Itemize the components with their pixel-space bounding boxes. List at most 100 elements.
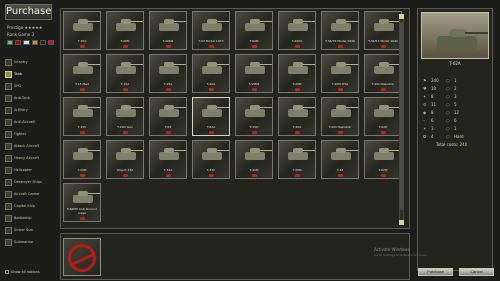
nation-badge-icon — [80, 88, 85, 91]
sidebar-item[interactable]: SPG — [5, 80, 53, 92]
tank-icon — [374, 105, 401, 117]
scroll-up-icon[interactable] — [399, 14, 404, 19]
sidebar-item[interactable]: Destroyer Ships — [5, 176, 53, 188]
vehicle-card[interactable]: T-62A — [192, 97, 230, 136]
vehicle-card[interactable]: T-20A — [278, 97, 316, 136]
vehicle-card[interactable]: T-62M — [235, 11, 273, 50]
vehicle-card[interactable]: T-34/76 Model 1940 — [321, 11, 359, 50]
tank-icon — [116, 148, 143, 160]
vehicle-card[interactable]: T-15C — [63, 97, 101, 136]
stat-icon: ✦ — [423, 94, 427, 99]
sidebar-item[interactable]: Anti-Tank — [5, 92, 53, 104]
vehicle-card[interactable]: T-40M — [235, 140, 273, 179]
vehicle-card[interactable]: T-15A — [63, 11, 101, 50]
sidebar-item[interactable]: Anti-Aircraft — [5, 116, 53, 128]
tank-icon — [245, 19, 272, 31]
sidebar-item-label: Destroyer Ships — [14, 180, 42, 184]
stat-icon: ⚑ — [423, 78, 427, 83]
sidebar-item[interactable]: Fighter — [5, 128, 53, 140]
nation-badge-icon — [123, 88, 128, 91]
sidebar-item[interactable]: Tank — [5, 68, 53, 80]
sidebar-item-label: Heavy Aircraft — [14, 156, 39, 160]
vehicle-card[interactable]: T-15D — [235, 97, 273, 136]
vehicle-card[interactable]: T-62 — [149, 97, 187, 136]
vehicle-name: T-62 — [164, 125, 172, 129]
vehicle-card[interactable]: T-20M — [278, 140, 316, 179]
nation-flag-icon[interactable] — [47, 40, 55, 45]
sidebar-item[interactable]: Helicopter — [5, 164, 53, 176]
vehicle-card[interactable]: T-20M2 — [149, 11, 187, 50]
nation-badge-icon — [295, 131, 300, 134]
nation-flag-icon[interactable] — [7, 40, 14, 45]
vehicle-scrollbar[interactable] — [399, 14, 404, 225]
sidebar-item[interactable]: Capital Ship — [5, 200, 53, 212]
tank-icon — [202, 62, 229, 74]
show-all-nations-toggle[interactable]: Show all nations — [5, 270, 40, 274]
nation-flag-icon[interactable] — [31, 40, 38, 45]
vehicle-card[interactable]: T-20M — [63, 140, 101, 179]
sidebar-item[interactable]: Battleship — [5, 212, 53, 224]
sidebar-item[interactable]: Aircraft Carrier — [5, 188, 53, 200]
vehicle-card[interactable]: T-15A — [149, 54, 187, 93]
nation-flags[interactable] — [7, 40, 55, 47]
category-icon — [5, 238, 12, 246]
vehicle-card[interactable]: T-20M — [278, 54, 316, 93]
nation-badge-icon — [295, 174, 300, 177]
vehicle-card[interactable]: T-34A — [149, 140, 187, 179]
sidebar-item[interactable]: Heavy Aircraft — [5, 152, 53, 164]
vehicle-name: T-15M1 — [248, 82, 260, 86]
scroll-thumb[interactable] — [400, 22, 403, 210]
stat-icon: ⌁ — [423, 118, 426, 123]
sidebar-item[interactable]: Sinker Sub — [5, 224, 53, 236]
vehicle-card[interactable]: T-34C — [192, 140, 230, 179]
vehicle-card[interactable]: T-62U — [364, 97, 402, 136]
cancel-button[interactable]: Cancel — [459, 268, 494, 276]
vehicle-card[interactable]: T-44 — [321, 140, 359, 179]
vehicle-card[interactable]: T-20A — [192, 54, 230, 93]
vehicle-name: T-62M — [249, 39, 259, 43]
sidebar-item[interactable]: Submarine — [5, 236, 53, 248]
total-label: Total costs: — [436, 142, 459, 147]
vehicle-card[interactable]: T-20U Republic — [364, 54, 402, 93]
vehicle-card[interactable]: T-20PU — [278, 11, 316, 50]
prestige-label: Prestige — [7, 25, 24, 30]
rank-label: Rank Game — [7, 32, 31, 37]
tank-icon — [245, 62, 272, 74]
activation-watermark-title: Activate Windows — [374, 247, 410, 252]
tank-icon — [374, 148, 401, 160]
secondary-stat-icon: ⬡ — [446, 134, 450, 139]
tank-icon — [73, 19, 100, 31]
tank-icon — [159, 19, 186, 31]
sidebar-item-label: Sinker Sub — [14, 228, 33, 232]
vehicle-card[interactable]: T-15 Med — [63, 54, 101, 93]
vehicle-card[interactable]: T-15M1 — [235, 54, 273, 93]
stat-value: 3 — [431, 126, 434, 131]
vehicle-card[interactable]: T-20M — [106, 11, 144, 50]
nation-flag-icon[interactable] — [23, 40, 30, 45]
vehicle-card[interactable]: T-62M2 Anti-Ground Cage — [63, 183, 101, 222]
secondary-stat-icon: ⬡ — [446, 94, 450, 99]
nation-badge-icon — [209, 131, 214, 134]
stat-icon: ♥ — [423, 86, 427, 91]
category-icon — [5, 214, 12, 222]
sidebar-item[interactable]: Artillery — [5, 104, 53, 116]
vehicle-card[interactable]: T-20U Republic — [321, 97, 359, 136]
purchase-button[interactable]: Purchase — [418, 268, 453, 276]
nation-flag-icon[interactable] — [15, 40, 22, 45]
vehicle-card[interactable]: T-15A — [106, 54, 144, 93]
sidebar-item[interactable]: Attack Aircraft — [5, 140, 53, 152]
sidebar-item[interactable]: Infantry — [5, 56, 53, 68]
checkbox-icon[interactable] — [5, 270, 9, 274]
nation-badge-icon — [252, 45, 257, 48]
vehicle-card[interactable]: T-34/57 Model 1941 — [364, 11, 402, 50]
vehicle-card[interactable]: T-52 Model 1973 — [192, 11, 230, 50]
vehicle-card[interactable]: T-62M — [364, 140, 402, 179]
vehicle-card[interactable]: T-20U Gen — [106, 97, 144, 136]
tank-icon — [202, 105, 229, 117]
vehicle-card[interactable]: T-20M-H5A — [321, 54, 359, 93]
nation-flag-icon[interactable] — [39, 40, 46, 45]
unavailable-unit-slot[interactable] — [63, 238, 101, 276]
vehicle-card[interactable]: Object 430 — [106, 140, 144, 179]
scroll-down-icon[interactable] — [399, 220, 404, 225]
stat-value: 8 — [431, 110, 434, 115]
